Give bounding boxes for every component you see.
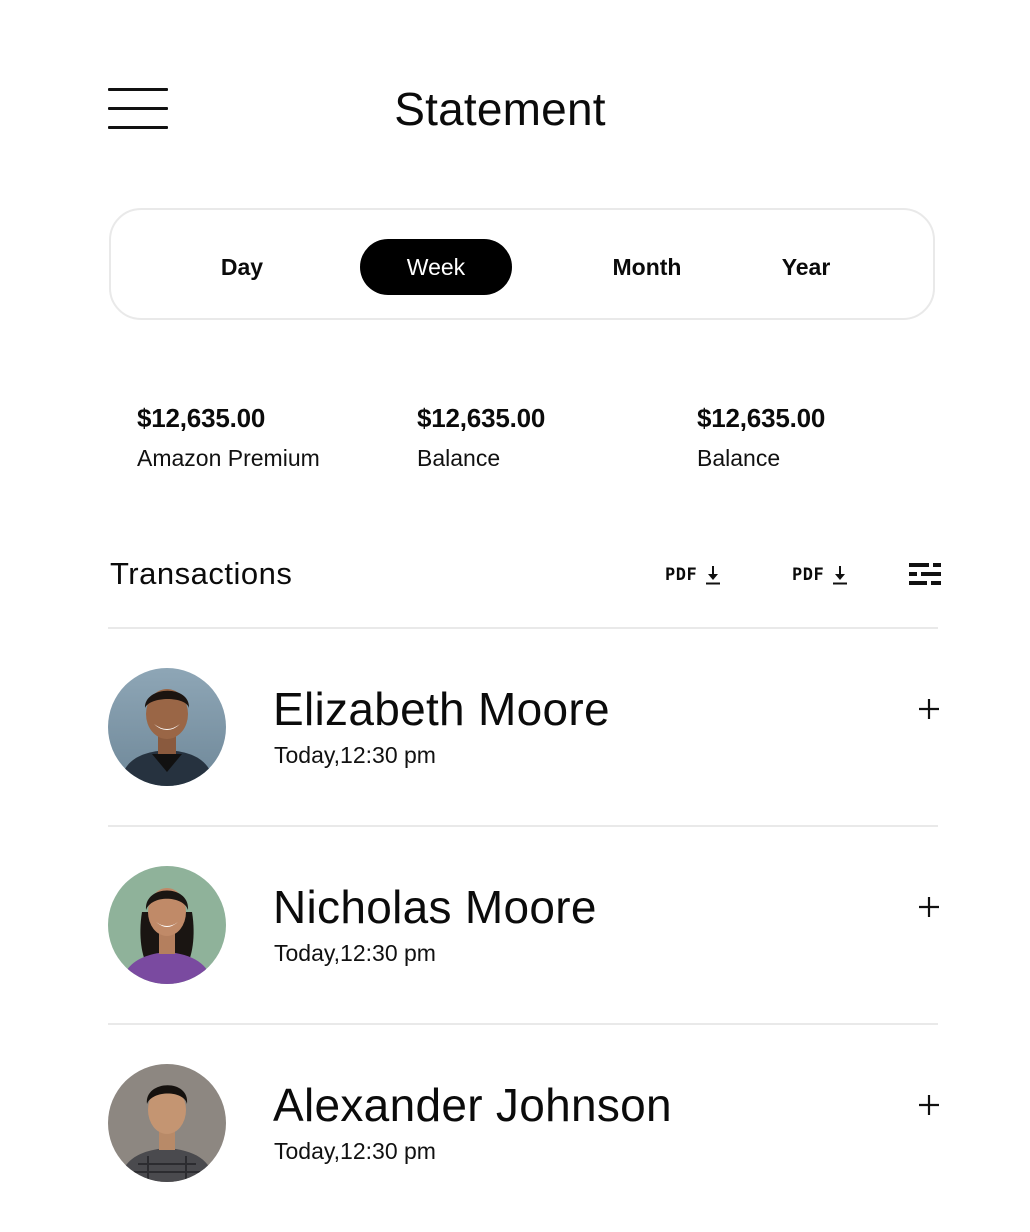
transaction-time: Today,12:30 pm <box>274 1138 436 1164</box>
transaction-row[interactable]: Nicholas Moore Today,12:30 pm <box>108 866 942 986</box>
transaction-name: Alexander Johnson <box>273 1079 672 1131</box>
summary-amount: $12,635.00 <box>697 403 826 433</box>
plus-icon[interactable] <box>914 892 944 922</box>
plus-icon[interactable] <box>914 1090 944 1120</box>
transaction-name: Elizabeth Moore <box>273 683 610 735</box>
tab-day[interactable]: Day <box>197 239 287 295</box>
tab-month[interactable]: Month <box>595 239 699 295</box>
avatar <box>108 668 226 786</box>
summary-label: Amazon Premium <box>137 445 320 471</box>
page-title: Statement <box>394 83 606 135</box>
summary-label: Balance <box>697 445 781 471</box>
summary-amount: $12,635.00 <box>137 403 266 433</box>
divider <box>108 825 938 827</box>
transaction-time: Today,12:30 pm <box>274 940 436 966</box>
avatar <box>108 1064 226 1182</box>
plus-icon[interactable] <box>914 694 944 724</box>
transaction-row[interactable]: Elizabeth Moore Today,12:30 pm <box>108 668 942 788</box>
summary-balance: $12,635.00 Balance <box>697 402 825 472</box>
summary-amount: $12,635.00 <box>417 403 546 433</box>
period-selector: Day Week Month Year <box>109 208 935 320</box>
tab-week[interactable]: Week <box>360 239 512 295</box>
download-icon <box>706 566 721 585</box>
pdf-download-button[interactable]: PDF <box>665 562 721 588</box>
summary-balance: $12,635.00 Balance <box>417 402 545 472</box>
tab-year[interactable]: Year <box>765 239 847 295</box>
pdf-label: PDF <box>792 565 825 585</box>
transaction-row[interactable]: Alexander Johnson Today,12:30 pm <box>108 1064 942 1184</box>
transaction-name: Nicholas Moore <box>273 881 597 933</box>
summary-amazon-premium: $12,635.00 Amazon Premium <box>137 402 320 472</box>
filter-icon[interactable] <box>909 560 941 588</box>
divider <box>108 627 938 629</box>
summary-label: Balance <box>417 445 501 471</box>
transaction-time: Today,12:30 pm <box>274 742 436 768</box>
divider <box>108 1023 938 1025</box>
pdf-label: PDF <box>665 565 698 585</box>
avatar <box>108 866 226 984</box>
pdf-download-button[interactable]: PDF <box>792 562 848 588</box>
download-icon <box>833 566 848 585</box>
transactions-title: Transactions <box>110 556 293 591</box>
